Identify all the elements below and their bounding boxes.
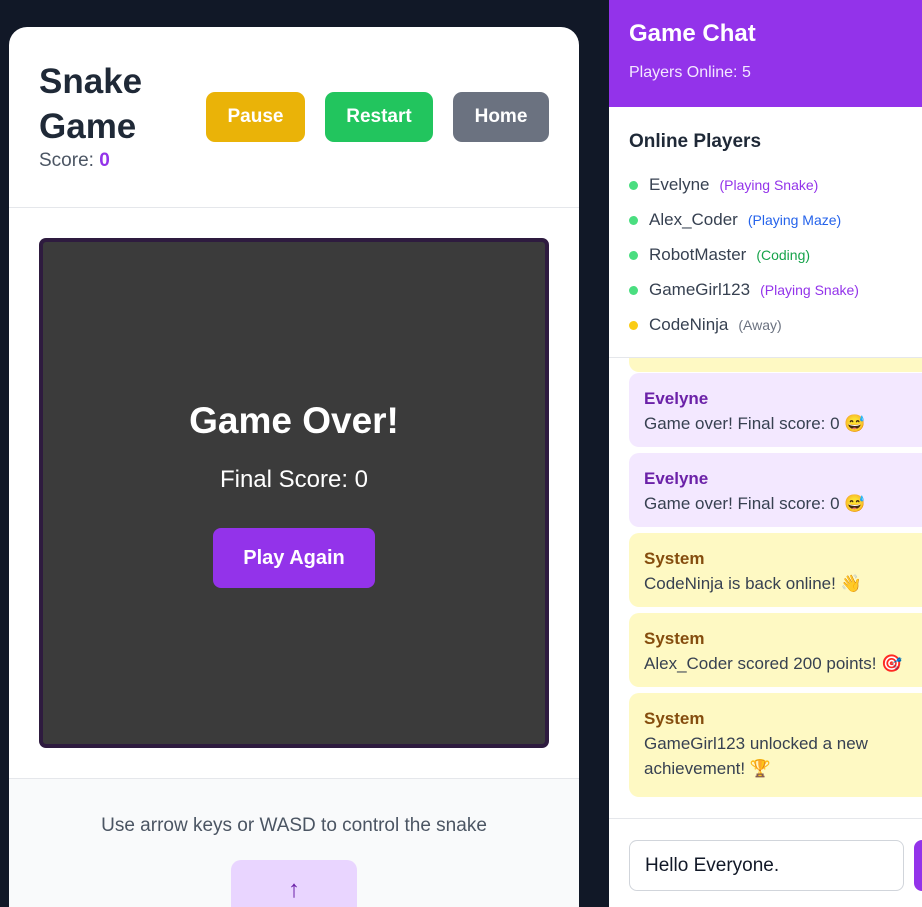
restart-button[interactable]: Restart	[325, 92, 433, 142]
player-status: (Away)	[738, 317, 782, 333]
game-board-frame: Game Over! Final Score: 0 Play Again	[39, 238, 549, 748]
message-author: System	[644, 629, 705, 648]
chat-message: System GameGirl123 unlocked a new achieve…	[629, 693, 922, 797]
player-status: (Playing Snake)	[719, 177, 819, 193]
chat-header: Game Chat Players Online: 5	[609, 0, 922, 107]
game-panel: Snake Game Score: 0 Pause Restart Home G…	[9, 27, 579, 907]
message-list[interactable]: Evelyne Game over! Final score: 0 😅 Evelyn…	[609, 358, 922, 819]
chat-message: System Alex_Coder scored 200 points! 🎯	[629, 613, 922, 687]
score-display: Score: 0	[39, 150, 110, 172]
score-value: 0	[99, 150, 110, 171]
player-name: CodeNinja	[649, 315, 729, 334]
game-board[interactable]: Game Over! Final Score: 0 Play Again	[43, 242, 545, 744]
up-arrow-button[interactable]: ↑	[231, 860, 357, 907]
status-dot-icon	[629, 250, 638, 260]
player-status: (Playing Snake)	[760, 282, 859, 298]
message-text: Game over! Final score: 0 😅	[644, 414, 866, 433]
chat-input[interactable]	[629, 840, 904, 891]
controls-hint: Use arrow keys or WASD to control the sn…	[101, 815, 487, 836]
player-name: RobotMaster	[649, 245, 747, 264]
player-item[interactable]: Evelyne (Playing Snake)	[629, 173, 818, 197]
message-text: CodeNinja is back online! 👋	[644, 574, 862, 593]
status-dot-icon	[629, 285, 638, 295]
player-item[interactable]: RobotMaster (Coding)	[629, 243, 810, 267]
message-author: Evelyne	[644, 469, 709, 488]
game-title: Snake Game	[39, 62, 143, 146]
score-label: Score:	[39, 150, 94, 171]
message-author: Evelyne	[644, 389, 709, 408]
message-text: Game over! Final score: 0 😅	[644, 494, 866, 513]
pause-button[interactable]: Pause	[206, 92, 305, 142]
player-name: Evelyne	[649, 175, 710, 194]
chat-message: Evelyne Game over! Final score: 0 😅	[629, 453, 922, 527]
player-item[interactable]: Alex_Coder (Playing Maze)	[629, 208, 841, 232]
chat-message: System CodeNinja is back online! 👋	[629, 533, 922, 607]
chat-panel: Game Chat Players Online: 5 Online Playe…	[609, 0, 922, 907]
online-players: Online Players Evelyne (Playing Snake) Ale…	[609, 107, 922, 358]
message-text: GameGirl123 unlocked a new achievement! …	[644, 734, 868, 778]
send-button[interactable]	[914, 840, 922, 891]
home-button[interactable]: Home	[453, 92, 549, 142]
online-players-title: Online Players	[629, 131, 762, 152]
controls-panel: Use arrow keys or WASD to control the sn…	[9, 778, 579, 907]
player-name: Alex_Coder	[649, 210, 738, 229]
chat-message-partial	[629, 358, 922, 372]
player-item[interactable]: GameGirl123 (Playing Snake)	[629, 278, 859, 302]
message-author: System	[644, 549, 705, 568]
player-status: (Playing Maze)	[747, 212, 842, 228]
message-text: Alex_Coder scored 200 points! 🎯	[644, 654, 903, 673]
players-online-count: Players Online: 5	[629, 64, 751, 81]
game-over-title: Game Over!	[189, 400, 399, 441]
message-author: System	[644, 709, 705, 728]
game-header: Snake Game Score: 0 Pause Restart Home	[9, 27, 579, 208]
status-dot-icon	[629, 320, 638, 330]
chat-message: Evelyne Game over! Final score: 0 😅	[629, 373, 922, 447]
status-dot-icon	[629, 180, 638, 190]
player-status: (Coding)	[756, 247, 811, 263]
final-score: Final Score: 0	[219, 466, 369, 493]
status-dot-icon	[629, 215, 638, 225]
play-again-button[interactable]: Play Again	[213, 528, 375, 588]
chat-title: Game Chat	[629, 20, 756, 47]
player-name: GameGirl123	[649, 280, 751, 299]
player-item[interactable]: CodeNinja (Away)	[629, 313, 782, 337]
